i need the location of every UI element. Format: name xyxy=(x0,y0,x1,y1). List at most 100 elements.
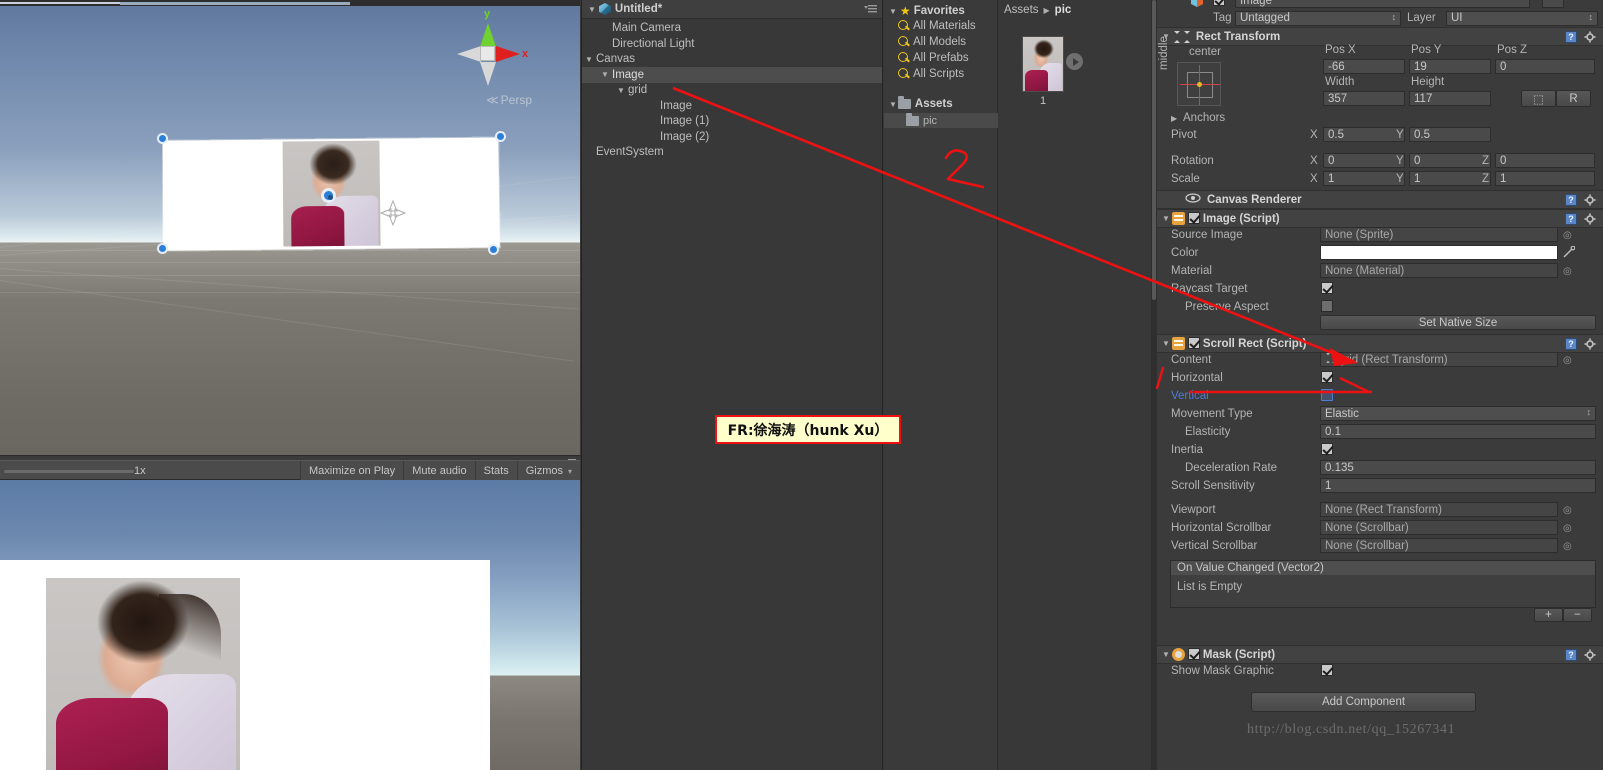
pos-z-field[interactable]: 0 xyxy=(1495,59,1595,74)
content-field[interactable]: grid (Rect Transform) xyxy=(1320,352,1558,367)
breadcrumb[interactable]: Assets ▶ pic xyxy=(1004,4,1071,16)
gear-icon[interactable] xyxy=(1584,31,1597,44)
anchors-expand-triangle-icon[interactable]: ▶ xyxy=(1171,114,1177,123)
scroll-sensitivity-field[interactable]: 1 xyxy=(1320,478,1596,493)
eyedropper-icon[interactable] xyxy=(1563,245,1576,261)
rect-transform-header[interactable]: ▼ Rect Transform ? xyxy=(1157,27,1603,46)
expand-triangle-icon[interactable]: ▼ xyxy=(600,70,610,79)
gizmo-axis-neg-x-cone[interactable] xyxy=(457,46,481,62)
layer-dropdown[interactable]: UI xyxy=(1446,10,1598,26)
hierarchy-panel[interactable]: ▼ Untitled* Main Camera Directional Light… xyxy=(581,0,883,770)
rect-handle-top-right[interactable] xyxy=(495,131,506,142)
gear-icon[interactable] xyxy=(1584,338,1597,351)
blueprint-mode-button[interactable]: ⬚ xyxy=(1521,90,1556,107)
project-tree-column[interactable]: ▼ ★ Favorites All Materials All Models All… xyxy=(884,0,998,770)
hierarchy-item-grid[interactable]: ▼ grid xyxy=(582,82,882,98)
mask-script-expand-triangle-icon[interactable]: ▼ xyxy=(1162,650,1170,659)
image-script-enabled-checkbox[interactable] xyxy=(1187,212,1200,225)
assets-expand-triangle-icon[interactable]: ▼ xyxy=(889,100,897,109)
source-image-field[interactable]: None (Sprite) xyxy=(1320,227,1558,242)
rotation-z-field[interactable]: 0 xyxy=(1495,153,1595,168)
vertical-scrollbar-field[interactable]: None (Scrollbar) xyxy=(1320,538,1558,553)
hierarchy-header[interactable]: ▼ Untitled* xyxy=(582,0,882,19)
hierarchy-item-directional-light[interactable]: Directional Light xyxy=(582,36,882,52)
rotation-y-field[interactable]: 0 xyxy=(1409,153,1491,168)
hierarchy-item-canvas[interactable]: ▼ Canvas xyxy=(582,51,882,67)
expand-triangle-icon[interactable]: ▼ xyxy=(616,86,626,95)
inspector-scrollbar-thumb[interactable] xyxy=(1152,0,1156,300)
vertical-checkbox[interactable] xyxy=(1321,389,1333,404)
material-field[interactable]: None (Material) xyxy=(1320,263,1558,278)
tag-dropdown[interactable]: Untagged xyxy=(1235,10,1401,26)
hierarchy-item-image[interactable]: Image xyxy=(582,98,882,114)
help-icon[interactable]: ? xyxy=(1565,194,1577,206)
preserve-aspect-checkbox[interactable] xyxy=(1321,300,1333,315)
object-picker-icon[interactable]: ◎ xyxy=(1563,230,1572,241)
maximize-on-play-button[interactable]: Maximize on Play xyxy=(299,461,404,481)
pivot-x-field[interactable]: 0.5 xyxy=(1323,127,1405,142)
gizmo-axis-y-cone[interactable] xyxy=(480,23,496,47)
object-picker-icon[interactable]: ◎ xyxy=(1563,266,1572,277)
show-mask-graphic-checkbox[interactable] xyxy=(1321,664,1333,679)
pos-x-field[interactable]: -66 xyxy=(1323,59,1405,74)
gizmo-center-cube[interactable] xyxy=(480,46,495,61)
horizontal-scrollbar-field[interactable]: None (Scrollbar) xyxy=(1320,520,1558,535)
asset-thumbnail[interactable] xyxy=(1022,36,1064,92)
remove-event-button[interactable]: − xyxy=(1563,608,1592,622)
help-icon[interactable]: ? xyxy=(1565,338,1577,350)
favorite-item-all-materials[interactable]: All Materials xyxy=(898,20,976,32)
gear-icon[interactable] xyxy=(1584,649,1597,662)
add-component-button[interactable]: Add Component xyxy=(1251,692,1476,712)
scene-orientation-gizmo[interactable]: y x xyxy=(442,8,532,98)
scale-x-field[interactable]: 1 xyxy=(1323,171,1405,186)
anchor-preset-widget[interactable] xyxy=(1177,62,1221,106)
elasticity-field[interactable]: 0.1 xyxy=(1320,424,1596,439)
stats-button[interactable]: Stats xyxy=(474,461,517,481)
help-icon[interactable]: ? xyxy=(1565,213,1577,225)
object-picker-icon[interactable]: ◎ xyxy=(1563,523,1572,534)
viewport-field[interactable]: None (Rect Transform) xyxy=(1320,502,1558,517)
mask-script-enabled-checkbox[interactable] xyxy=(1187,648,1200,661)
active-checkbox[interactable] xyxy=(1213,0,1229,8)
gizmos-button[interactable]: Gizmos ▾ xyxy=(516,461,580,481)
rect-handle-bottom-left[interactable] xyxy=(157,243,168,254)
rect-handle-top-left[interactable] xyxy=(157,133,168,144)
deceleration-rate-field[interactable]: 0.135 xyxy=(1320,460,1596,475)
object-picker-icon[interactable]: ◎ xyxy=(1563,505,1572,516)
object-picker-icon[interactable]: ◎ xyxy=(1563,541,1572,552)
height-field[interactable]: 117 xyxy=(1409,91,1491,106)
gizmo-axis-x-cone[interactable] xyxy=(496,46,520,62)
scale-z-field[interactable]: 1 xyxy=(1495,171,1595,186)
raw-edit-mode-button[interactable]: R xyxy=(1556,90,1591,107)
pivot-y-field[interactable]: 0.5 xyxy=(1409,127,1491,142)
scale-y-field[interactable]: 1 xyxy=(1409,171,1491,186)
scene-expand-triangle-icon[interactable]: ▼ xyxy=(588,5,596,14)
assets-header[interactable]: ▼ Assets xyxy=(889,96,953,110)
project-tree-item-pic[interactable]: pic xyxy=(884,112,998,128)
canvas-renderer-header[interactable]: Canvas Renderer ? xyxy=(1157,190,1603,209)
project-panel[interactable]: ▼ ★ Favorites All Materials All Models All… xyxy=(884,0,1156,770)
gear-icon[interactable] xyxy=(1584,194,1597,207)
favorite-item-all-scripts[interactable]: All Scripts xyxy=(898,68,964,80)
color-swatch-field[interactable] xyxy=(1320,245,1558,260)
rect-handle-bottom-right[interactable] xyxy=(488,244,499,255)
hierarchy-item-image[interactable]: ▼ Image xyxy=(582,66,882,83)
hierarchy-menu-icon[interactable] xyxy=(864,5,877,14)
horizontal-checkbox[interactable] xyxy=(1321,371,1333,386)
game-view[interactable] xyxy=(0,480,580,770)
set-native-size-button[interactable]: Set Native Size xyxy=(1320,315,1596,330)
gizmo-axis-neg-y-cone[interactable] xyxy=(480,62,496,86)
raycast-target-checkbox[interactable] xyxy=(1321,282,1333,297)
game-zoom-slider[interactable] xyxy=(4,470,134,473)
scene-projection-label[interactable]: ≪ Persp xyxy=(486,93,532,107)
favorites-expand-triangle-icon[interactable]: ▼ xyxy=(889,7,897,16)
game-view-toolbar[interactable]: 1x Maximize on Play Mute audio Stats Giz… xyxy=(0,460,580,481)
scene-view[interactable]: y x ≪ Persp xyxy=(0,0,580,455)
scroll-rect-expand-triangle-icon[interactable]: ▼ xyxy=(1162,339,1170,348)
expand-triangle-icon[interactable]: ▼ xyxy=(584,55,594,64)
add-event-button[interactable]: + xyxy=(1534,608,1563,622)
favorite-item-all-prefabs[interactable]: All Prefabs xyxy=(898,52,969,64)
inspector-panel[interactable]: Image Tag Untagged Layer UI ▼ Rect Trans… xyxy=(1157,0,1603,770)
play-icon[interactable] xyxy=(1066,53,1083,70)
pos-y-field[interactable]: 19 xyxy=(1409,59,1491,74)
